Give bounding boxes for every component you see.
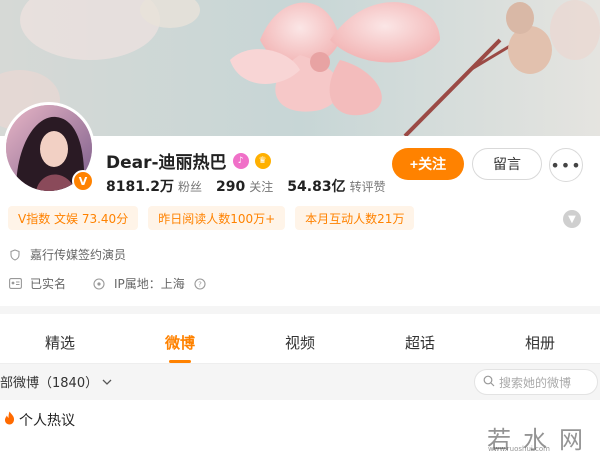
expand-chevron-icon[interactable]: ▼ [563, 210, 581, 228]
interactions-count: 54.83亿 [287, 179, 346, 195]
help-icon[interactable]: ? [193, 277, 207, 291]
tag-monthly-interactions[interactable]: 本月互动人数21万 [295, 206, 415, 230]
followers-label: 粉丝 [178, 180, 203, 194]
followers-count[interactable]: 8181.2万 [106, 176, 174, 196]
location-icon [92, 277, 106, 291]
profile-tags: V指数 文娱 73.40分 昨日阅读人数100万+ 本月互动人数21万 [8, 206, 415, 230]
agency-info: 嘉行传媒签约演员 [8, 246, 126, 263]
following-label: 关注 [249, 180, 274, 194]
feed-title-text: 部微博（1840） [0, 376, 99, 391]
realname-ip-info: 已实名 IP属地：上海 ? [8, 275, 207, 292]
chevron-down-icon [102, 374, 112, 389]
hot-discussion-header: 个人热议 [4, 410, 75, 430]
feed-filter-dropdown[interactable]: 部微博（1840） [0, 372, 112, 391]
search-placeholder: 搜索她的微博 [499, 375, 572, 390]
section-divider [0, 306, 600, 314]
message-button[interactable]: 留言 [472, 148, 542, 180]
shield-icon [8, 248, 22, 262]
verified-badge-icon: V [72, 170, 94, 192]
profile-stats: 8181.2万 粉丝 290 关注 54.83亿 转评赞 [106, 176, 396, 196]
following-count[interactable]: 290 [216, 179, 245, 195]
more-options-icon[interactable]: ••• [549, 148, 583, 182]
profile-name-row: Dear-迪丽热巴 ♪ ♛ [106, 148, 271, 173]
tab-super-topic[interactable]: 超话 [360, 320, 480, 363]
banner-flower-image [0, 0, 600, 136]
hot-discussion-title: 个人热议 [19, 413, 75, 429]
realname-text: 已实名 [30, 277, 67, 291]
weibo-search-input[interactable]: 搜索她的微博 [474, 369, 598, 395]
search-icon [483, 375, 495, 390]
member-badge-icon[interactable]: ♪ [232, 152, 249, 169]
tag-daily-readers[interactable]: 昨日阅读人数100万+ [148, 206, 286, 230]
tag-v-index[interactable]: V指数 文娱 73.40分 [8, 206, 139, 230]
profile-banner [0, 0, 600, 136]
id-card-icon [8, 277, 22, 291]
profile-tabs: 精选 微博 视频 超话 相册 [0, 320, 600, 364]
tab-album[interactable]: 相册 [480, 320, 600, 363]
tab-featured[interactable]: 精选 [0, 320, 120, 363]
profile-name: Dear-迪丽热巴 [106, 153, 227, 173]
ip-location-text: IP属地：上海 [114, 277, 185, 291]
svg-text:?: ? [198, 280, 202, 288]
agency-text: 嘉行传媒签约演员 [30, 248, 127, 262]
fire-icon [4, 411, 15, 429]
tab-weibo[interactable]: 微博 [120, 320, 240, 363]
site-watermark-url: www.ruoshui.com [488, 445, 550, 453]
interactions-label: 转评赞 [349, 180, 386, 194]
follow-button[interactable]: +关注 [392, 148, 464, 180]
tab-video[interactable]: 视频 [240, 320, 360, 363]
crown-badge-icon[interactable]: ♛ [254, 152, 271, 169]
